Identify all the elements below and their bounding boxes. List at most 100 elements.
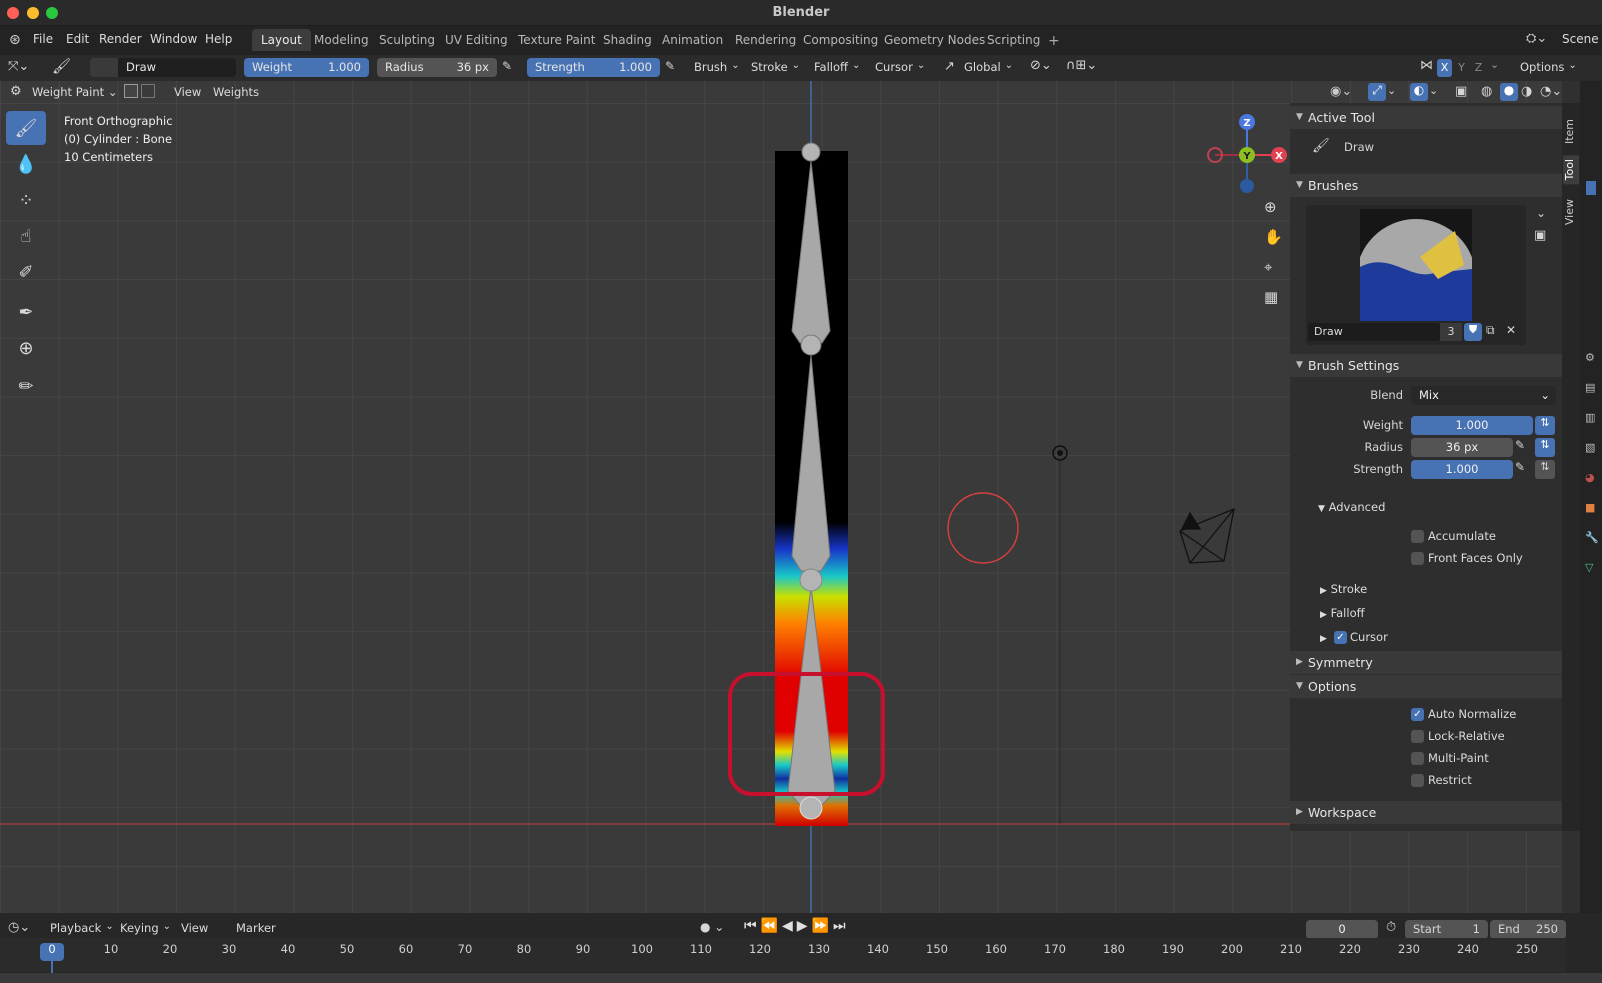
bone-joint[interactable] [801, 142, 821, 162]
camera-icon[interactable] [1179, 507, 1235, 564]
mirror-icon[interactable]: ⋈ [1420, 58, 1433, 73]
tab-geometry-nodes[interactable]: Geometry Nodes [875, 29, 994, 51]
front-faces-checkbox[interactable] [1411, 552, 1424, 565]
brush-preview-icon[interactable] [90, 58, 118, 77]
modifier-props-icon[interactable]: 🔧 [1585, 531, 1599, 544]
wireframe-shading-icon[interactable]: ◍ [1481, 84, 1492, 99]
end-frame-field[interactable]: End 250 [1490, 920, 1566, 939]
options-menu[interactable]: Options [1520, 58, 1577, 77]
falloff-subpanel[interactable]: ▶ Falloff [1320, 606, 1365, 620]
brush-menu[interactable]: Brush [694, 58, 740, 77]
tab-uv-editing[interactable]: UV Editing [436, 29, 517, 51]
radius-slider[interactable]: Radius 36 px [377, 58, 497, 77]
workspace-header[interactable]: ▶ Workspace [1290, 801, 1562, 824]
advanced-subpanel[interactable]: ▼ Advanced [1318, 500, 1385, 514]
menu-edit[interactable]: Edit [66, 32, 89, 46]
symmetry-header[interactable]: ▶ Symmetry [1290, 651, 1562, 674]
auto-normalize-checkbox[interactable]: ✓ [1411, 708, 1424, 721]
marker-menu[interactable]: Marker [230, 919, 282, 937]
record-icon[interactable]: ● ⌄ [700, 920, 724, 934]
brushes-header[interactable]: ▼ Brushes [1290, 174, 1562, 197]
gizmo-toggle-icon[interactable]: ⤢ [1368, 83, 1386, 101]
playback-controls[interactable]: ⏮⏪◀▶⏩⏭ [744, 918, 850, 934]
scene-name[interactable]: Scene [1562, 32, 1599, 46]
bone-joint[interactable] [800, 334, 822, 356]
editor-type-icon[interactable]: ⤧⌄ [8, 59, 29, 74]
strength-slider[interactable]: Strength 1.000 [527, 58, 660, 77]
brush-name-field[interactable]: Draw [1308, 323, 1440, 341]
tab-modeling[interactable]: Modeling [305, 29, 378, 51]
stroke-menu[interactable]: Stroke [751, 58, 800, 77]
radius-pressure-icon[interactable]: ✎ [1515, 438, 1525, 452]
light-icon[interactable] [1052, 445, 1068, 461]
orientation-dropdown[interactable]: Global [964, 58, 1013, 77]
playback-menu[interactable]: Playback [50, 919, 114, 938]
tab-animation[interactable]: Animation [653, 29, 732, 51]
mirror-dropdown-icon[interactable]: ⌄ [1490, 58, 1499, 71]
tab-scripting[interactable]: Scripting [978, 29, 1049, 51]
fake-user-shield-icon[interactable]: ⛊ [1464, 323, 1482, 341]
blender-logo-icon[interactable]: ⊛ [9, 32, 21, 48]
overlay-dropdown-icon[interactable]: ⌄ [1429, 84, 1438, 97]
weight-unified-icon[interactable]: ⇅ [1535, 416, 1555, 435]
radius-unified-icon[interactable]: ⇅ [1535, 438, 1555, 457]
view-layer-icon[interactable]: ▧ [1585, 441, 1595, 454]
tab-view[interactable]: View [1563, 195, 1579, 229]
scene-props-icon[interactable]: ◕ [1585, 471, 1595, 484]
add-workspace-icon[interactable]: + [1048, 33, 1060, 49]
stroke-subpanel[interactable]: ▶ Stroke [1320, 582, 1367, 596]
tab-sculpting[interactable]: Sculpting [370, 29, 444, 51]
tab-item[interactable]: Item [1563, 115, 1579, 148]
bone-joint[interactable] [799, 568, 823, 592]
keying-menu[interactable]: Keying [120, 919, 171, 938]
menu-file[interactable]: File [33, 32, 53, 46]
cursor-menu[interactable]: Cursor [875, 58, 925, 77]
pan-hand-icon[interactable]: ✋ [1264, 228, 1283, 246]
pivot-icon[interactable]: ⊘⌄ [1030, 58, 1052, 73]
duplicate-brush-icon[interactable]: ⧉ [1486, 323, 1495, 338]
weight-field[interactable]: 1.000 [1411, 416, 1533, 435]
scene-selector-icon[interactable]: ⛭⌄ [1526, 31, 1547, 46]
accumulate-checkbox[interactable] [1411, 530, 1424, 543]
mirror-y-toggle[interactable]: Y [1454, 59, 1469, 77]
strength-unified-icon[interactable]: ⇅ [1535, 460, 1555, 479]
brush-settings-header[interactable]: ▼ Brush Settings [1290, 354, 1562, 377]
camera-view-icon[interactable]: ⌖ [1264, 258, 1272, 276]
tool-props-icon[interactable]: ⚙ [1585, 351, 1595, 364]
current-frame-field[interactable]: 0 [1306, 920, 1378, 939]
material-shading-icon[interactable]: ◑ [1521, 84, 1532, 99]
timeline-scrollbar[interactable] [0, 973, 1602, 983]
cursor-subpanel[interactable]: ▶ [1320, 630, 1327, 644]
menu-window[interactable]: Window [150, 32, 197, 46]
active-tool-header[interactable]: ▼ Active Tool [1290, 106, 1562, 129]
data-props-icon[interactable]: ▽ [1585, 561, 1593, 574]
properties-tab-icon[interactable] [1586, 181, 1596, 195]
radius-field[interactable]: 36 px [1411, 438, 1513, 457]
timeline-view-menu[interactable]: View [175, 919, 214, 937]
navigation-gizmo[interactable]: Z Y X [1205, 112, 1290, 197]
xray-icon[interactable]: ▣ [1455, 84, 1467, 99]
tab-layout[interactable]: Layout [252, 29, 311, 51]
brush-preview-box[interactable]: Draw 3 ⛊ ⧉ ✕ [1306, 205, 1526, 345]
restrict-checkbox[interactable] [1411, 774, 1424, 787]
options-header[interactable]: ▼ Options [1290, 675, 1562, 698]
falloff-menu[interactable]: Falloff [814, 58, 860, 77]
brush-list-dropdown-icon[interactable]: ⌄ [1536, 206, 1546, 220]
snap-icon[interactable]: ∩⊞⌄ [1066, 58, 1097, 73]
lock-relative-checkbox[interactable] [1411, 730, 1424, 743]
brush-name-field[interactable]: Draw [118, 58, 236, 77]
bone-joint[interactable] [799, 796, 823, 820]
start-frame-field[interactable]: Start 1 [1405, 920, 1488, 939]
weight-slider[interactable]: Weight 1.000 [244, 58, 369, 77]
solid-shading-icon[interactable]: ● [1500, 83, 1518, 101]
output-props-icon[interactable]: ▥ [1585, 411, 1595, 424]
render-props-icon[interactable]: ▤ [1585, 381, 1595, 394]
brush-image-icon[interactable]: ▣ [1534, 228, 1546, 243]
strength-field[interactable]: 1.000 [1411, 460, 1513, 479]
rendered-shading-icon[interactable]: ◔⌄ [1540, 84, 1562, 99]
multi-paint-checkbox[interactable] [1411, 752, 1424, 765]
tab-compositing[interactable]: Compositing [794, 29, 887, 51]
tab-shading[interactable]: Shading [594, 29, 661, 51]
tab-texture-paint[interactable]: Texture Paint [509, 29, 604, 51]
ortho-grid-icon[interactable]: ▦ [1264, 288, 1278, 306]
